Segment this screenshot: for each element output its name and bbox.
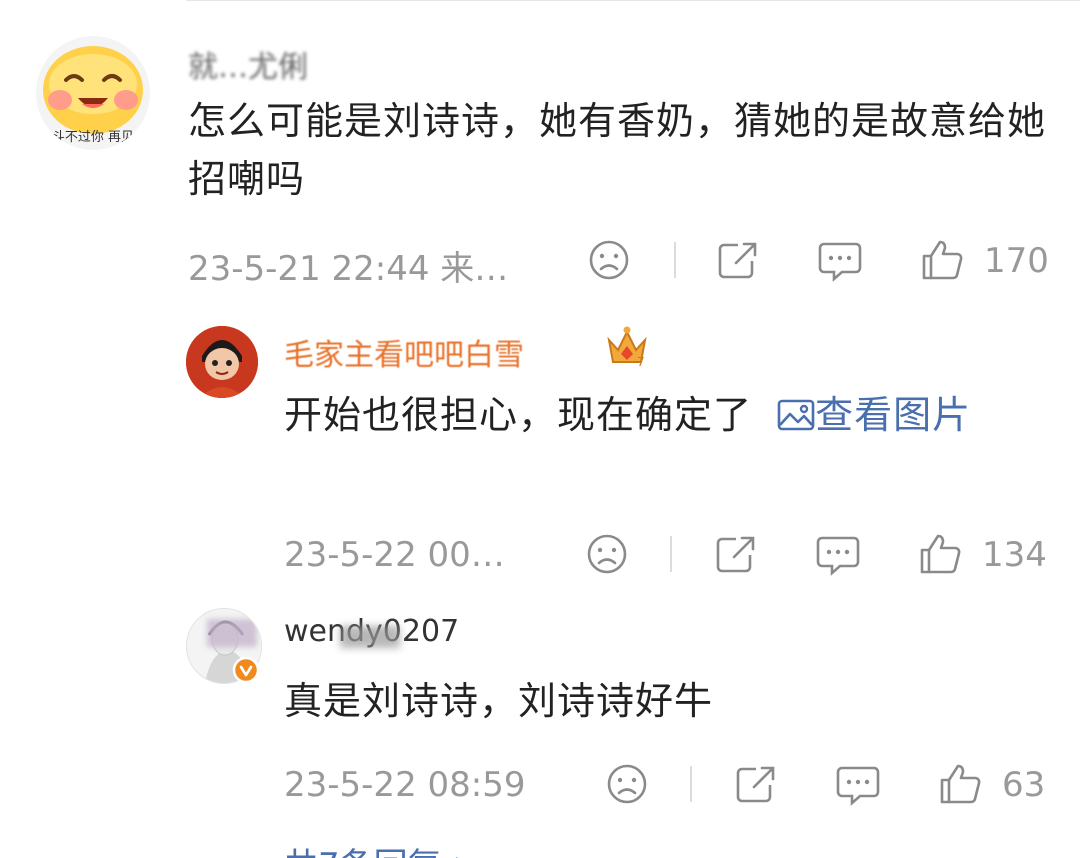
verified-icon [232,656,260,684]
dislike-icon[interactable] [588,239,630,281]
dislike-icon[interactable] [606,763,648,805]
view-image-link[interactable]: 查看图片 [765,393,971,437]
svg-text:7: 7 [637,355,645,368]
comment-icon[interactable] [836,764,880,806]
avatar-blur [207,619,257,647]
timestamp: 23-5-22 08:59 [284,765,526,805]
timestamp: 23-5-21 22:44 来… [188,249,509,289]
share-icon[interactable] [714,533,758,575]
divider [674,242,676,278]
like-icon[interactable] [920,238,964,282]
dislike-icon[interactable] [586,533,628,575]
avatar-caption: 斗不过你 再见 [51,130,135,145]
crown-icon: 7 [607,326,647,368]
like-count: 170 [984,241,1049,281]
more-replies-link[interactable]: 共7条回复 > [284,838,481,858]
like-icon[interactable] [938,762,982,806]
timestamp: 23-5-22 00… [284,535,505,575]
comment-text: 开始也很担心，现在确定了 查看图片 [284,386,1044,444]
username[interactable]: 毛家主看吧吧白雪 [284,330,524,374]
cartoon-character-icon [186,326,258,398]
share-icon[interactable] [734,763,778,805]
comment-icon[interactable] [818,240,862,282]
top-divider [186,0,1080,1]
image-icon [777,399,815,431]
like-count: 134 [982,535,1047,575]
divider [670,536,672,572]
comment-text: 怎么可能是刘诗诗，她有香奶，猜她的是故意给她招嘲吗 [188,99,1047,201]
avatar[interactable]: 斗不过你 再见 [36,36,150,150]
comment-text-body: 开始也很担心，现在确定了 [284,393,753,437]
like-count: 63 [1002,765,1046,805]
username[interactable]: 就…尤俐 [188,42,308,86]
username-blur [340,626,400,648]
comment-text: 真是刘诗诗，刘诗诗好牛 [284,679,714,723]
comment-icon[interactable] [816,534,860,576]
share-icon[interactable] [716,239,760,281]
avatar[interactable] [186,326,258,398]
like-icon[interactable] [918,532,962,576]
divider [690,766,692,802]
view-image-label: 查看图片 [815,393,972,437]
